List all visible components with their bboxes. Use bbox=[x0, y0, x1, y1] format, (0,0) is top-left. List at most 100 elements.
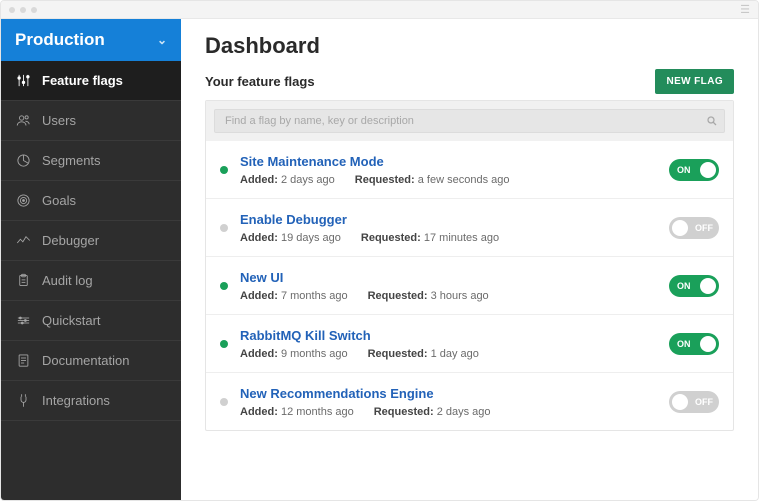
added-label: Added: bbox=[240, 348, 278, 360]
sidebar-item-label: Audit log bbox=[42, 273, 93, 288]
flag-toggle[interactable]: OFF bbox=[669, 391, 719, 413]
sub-header: Your feature flags NEW FLAG bbox=[181, 69, 758, 100]
new-flag-button[interactable]: NEW FLAG bbox=[655, 69, 734, 94]
window-titlebar: ☰ bbox=[1, 1, 758, 19]
sub-heading: Your feature flags bbox=[205, 74, 315, 89]
window-controls[interactable] bbox=[9, 7, 37, 13]
added-value: 2 days ago bbox=[281, 174, 335, 186]
toggle-knob bbox=[700, 162, 716, 178]
flag-meta: Added: 19 days ago Requested: 17 minutes … bbox=[240, 232, 657, 244]
requested-label: Requested: bbox=[361, 232, 421, 244]
added-label: Added: bbox=[240, 174, 278, 186]
requested-label: Requested: bbox=[355, 174, 415, 186]
status-dot bbox=[220, 398, 228, 406]
route-icon bbox=[15, 313, 31, 329]
added-label: Added: bbox=[240, 232, 278, 244]
toggle-label: OFF bbox=[695, 223, 713, 233]
flag-name-link[interactable]: Site Maintenance Mode bbox=[240, 154, 384, 169]
sidebar-item-segments[interactable]: Segments bbox=[1, 141, 181, 181]
flag-row: New UIAdded: 7 months agoRequested: 3 ho… bbox=[206, 256, 733, 314]
added-label: Added: bbox=[240, 406, 278, 418]
flag-info: New UIAdded: 7 months agoRequested: 3 ho… bbox=[240, 269, 657, 302]
main-content: Dashboard Your feature flags NEW FLAG Si… bbox=[181, 19, 758, 500]
flag-info: RabbitMQ Kill Switch Added: 9 months ago R… bbox=[240, 327, 657, 360]
flag-row: RabbitMQ Kill Switch Added: 9 months ago R… bbox=[206, 314, 733, 372]
sidebar-item-label: Segments bbox=[42, 153, 101, 168]
sidebar-item-debugger[interactable]: Debugger bbox=[1, 221, 181, 261]
flag-toggle[interactable]: ON bbox=[669, 159, 719, 181]
flag-row: Enable Debugger Added: 19 days ago Request… bbox=[206, 198, 733, 256]
page-title: Dashboard bbox=[181, 19, 758, 69]
flag-name-link[interactable]: New Recommendations Engine bbox=[240, 386, 434, 401]
sidebar-item-label: Debugger bbox=[42, 233, 99, 248]
target-icon bbox=[15, 193, 31, 209]
toggle-label: ON bbox=[677, 165, 691, 175]
toggle-knob bbox=[672, 394, 688, 410]
flag-meta: Added: 9 months ago Requested: 1 day ago bbox=[240, 348, 657, 360]
added-value: 12 months ago bbox=[281, 406, 354, 418]
sidebar-nav: Feature flags Users Segments Goals Debugger A… bbox=[1, 61, 181, 421]
flag-info: New Recommendations Engine Added: 12 mont… bbox=[240, 385, 657, 418]
search-box bbox=[214, 109, 725, 133]
requested-label: Requested: bbox=[374, 406, 434, 418]
flag-toggle[interactable]: ON bbox=[669, 333, 719, 355]
flag-row: Site Maintenance Mode Added: 2 days ago Re… bbox=[206, 141, 733, 198]
doc-icon bbox=[15, 353, 31, 369]
status-dot bbox=[220, 340, 228, 348]
flag-name-link[interactable]: RabbitMQ Kill Switch bbox=[240, 328, 371, 343]
sidebar-item-audit-log[interactable]: Audit log bbox=[1, 261, 181, 301]
flag-toggle[interactable]: ON bbox=[669, 275, 719, 297]
status-dot bbox=[220, 282, 228, 290]
sidebar-item-label: Users bbox=[42, 113, 76, 128]
users-icon bbox=[15, 113, 31, 129]
flag-info: Site Maintenance Mode Added: 2 days ago Re… bbox=[240, 153, 657, 186]
sliders-icon bbox=[15, 73, 31, 89]
flag-row: New Recommendations Engine Added: 12 mont… bbox=[206, 372, 733, 430]
added-value: 19 days ago bbox=[281, 232, 341, 244]
flag-meta: Added: 12 months agoRequested: 2 days ag… bbox=[240, 406, 657, 418]
spark-icon bbox=[15, 233, 31, 249]
requested-label: Requested: bbox=[368, 348, 428, 360]
sidebar-item-label: Documentation bbox=[42, 353, 129, 368]
sidebar-item-users[interactable]: Users bbox=[1, 101, 181, 141]
hamburger-icon[interactable]: ☰ bbox=[740, 3, 750, 16]
sidebar-item-label: Integrations bbox=[42, 393, 110, 408]
plug-icon bbox=[15, 393, 31, 409]
sidebar-item-documentation[interactable]: Documentation bbox=[1, 341, 181, 381]
sidebar-item-goals[interactable]: Goals bbox=[1, 181, 181, 221]
flag-toggle[interactable]: OFF bbox=[669, 217, 719, 239]
requested-value: 1 day ago bbox=[431, 348, 479, 360]
flag-meta: Added: 2 days agoRequested: a few second… bbox=[240, 174, 657, 186]
sidebar-item-label: Goals bbox=[42, 193, 76, 208]
sidebar-item-feature-flags[interactable]: Feature flags bbox=[1, 61, 181, 101]
status-dot bbox=[220, 166, 228, 174]
sidebar-item-label: Quickstart bbox=[42, 313, 101, 328]
toggle-knob bbox=[700, 336, 716, 352]
added-value: 9 months ago bbox=[281, 348, 348, 360]
flag-name-link[interactable]: Enable Debugger bbox=[240, 212, 347, 227]
app-window: ☰ Production ⌄ Feature flags Users Segment… bbox=[0, 0, 759, 501]
sidebar-item-label: Feature flags bbox=[42, 73, 123, 88]
clipboard-icon bbox=[15, 273, 31, 289]
chevron-down-icon: ⌄ bbox=[157, 33, 167, 47]
search-icon[interactable] bbox=[700, 115, 724, 127]
toggle-knob bbox=[672, 220, 688, 236]
sidebar-item-integrations[interactable]: Integrations bbox=[1, 381, 181, 421]
flag-info: Enable Debugger Added: 19 days ago Request… bbox=[240, 211, 657, 244]
requested-label: Requested: bbox=[368, 290, 428, 302]
sidebar: Production ⌄ Feature flags Users Segments G… bbox=[1, 19, 181, 500]
flag-name-link[interactable]: New UI bbox=[240, 270, 283, 285]
status-dot bbox=[220, 224, 228, 232]
search-input[interactable] bbox=[215, 110, 700, 132]
flags-panel: Site Maintenance Mode Added: 2 days ago Re… bbox=[205, 100, 734, 431]
toggle-knob bbox=[700, 278, 716, 294]
added-value: 7 months ago bbox=[281, 290, 348, 302]
flag-list: Site Maintenance Mode Added: 2 days ago Re… bbox=[206, 141, 733, 430]
environment-selector[interactable]: Production ⌄ bbox=[1, 19, 181, 61]
sidebar-item-quickstart[interactable]: Quickstart bbox=[1, 301, 181, 341]
flag-meta: Added: 7 months agoRequested: 3 hours ag… bbox=[240, 290, 657, 302]
requested-value: 17 minutes ago bbox=[424, 232, 499, 244]
environment-label: Production bbox=[15, 30, 105, 50]
toggle-label: OFF bbox=[695, 397, 713, 407]
pie-icon bbox=[15, 153, 31, 169]
